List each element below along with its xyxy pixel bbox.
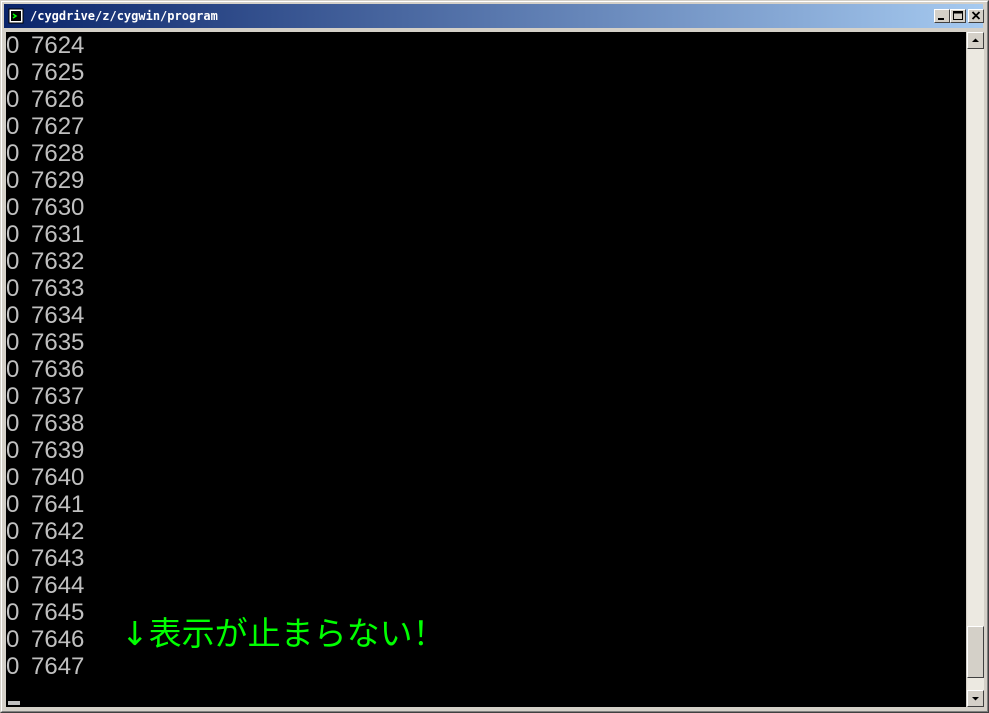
console-line: 0 7644 [6,572,84,599]
console-line-col1: 0 [6,653,20,680]
console-line-col1: 0 [6,59,20,86]
console-line-col1: 0 [6,410,20,437]
console-line-col2: 7629 [31,167,85,194]
console-line: 0 7641 [6,491,84,518]
console-line-col1: 0 [6,518,20,545]
console-line: 0 7640 [6,464,84,491]
console-line: 0 7633 [6,275,84,302]
console-line: 0 7631 [6,221,84,248]
console-line: 0 7637 [6,383,84,410]
arrow-up-icon [972,38,979,42]
window-title: /cygdrive/z/cygwin/program [30,9,218,23]
scroll-up-button[interactable] [967,32,984,49]
console-line-col2: 7628 [31,140,85,167]
console-line-col2: 7625 [31,59,85,86]
console-line-col2: 7646 [31,626,85,653]
console-line-col2: 7644 [31,572,85,599]
cygwin-terminal-icon[interactable] [8,8,24,24]
console-line: 0 7636 [6,356,84,383]
console-line: 0 7628 [6,140,84,167]
console-line-col2: 7639 [31,437,85,464]
console-line-col2: 7626 [31,86,85,113]
console-line-col2: 7630 [31,194,85,221]
console-line-col2: 7637 [31,383,85,410]
console-line-col1: 0 [6,32,20,59]
maximize-icon [953,11,963,20]
console-line-col1: 0 [6,248,20,275]
console-line-col1: 0 [6,626,20,653]
console-line: 0 7630 [6,194,84,221]
console-line-col2: 7643 [31,545,85,572]
console-line: 0 7627 [6,113,84,140]
console-line-col1: 0 [6,275,20,302]
console-line: 0 7626 [6,86,84,113]
console-line: 0 7645 [6,599,84,626]
maximize-button[interactable] [950,9,966,23]
console-line-col2: 7624 [31,32,85,59]
minimize-button[interactable] [934,9,950,23]
console-line: 0 7646 [6,626,84,653]
console-line-col2: 7632 [31,248,85,275]
console-line: 0 7632 [6,248,84,275]
close-button[interactable] [968,9,984,23]
console-line-col2: 7633 [31,275,85,302]
console-line-col1: 0 [6,356,20,383]
console-line: 0 7635 [6,329,84,356]
console-line-col2: 7627 [31,113,85,140]
console-line-col2: 7640 [31,464,85,491]
console-line-col2: 7641 [31,491,85,518]
console-line-col2: 7647 [31,653,85,680]
scroll-down-button[interactable] [967,690,984,707]
console-line-col1: 0 [6,572,20,599]
text-cursor [8,701,20,705]
console-line-col1: 0 [6,221,20,248]
console-line-col1: 0 [6,437,20,464]
console-line: 0 7638 [6,410,84,437]
console-line-col1: 0 [6,140,20,167]
console-line: 0 7639 [6,437,84,464]
title-bar[interactable]: /cygdrive/z/cygwin/program [4,4,984,28]
console-line-col2: 7645 [31,599,85,626]
console-line-col1: 0 [6,329,20,356]
terminal-window: /cygdrive/z/cygwin/program 0 7647 0 7646 0 76… [0,0,989,713]
console-line: 0 7634 [6,302,84,329]
console-line-col1: 0 [6,599,20,626]
console-line-col1: 0 [6,167,20,194]
console-line: 0 7629 [6,167,84,194]
minimize-icon [938,18,944,20]
console-line-col1: 0 [6,86,20,113]
arrow-down-icon [972,697,979,701]
console-line-col1: 0 [6,464,20,491]
console-line-col2: 7631 [31,221,85,248]
console-line-col2: 7642 [31,518,85,545]
console-line: 0 7624 [6,32,84,59]
console-line-col2: 7638 [31,410,85,437]
close-icon [971,11,981,20]
console-line-col1: 0 [6,491,20,518]
console-line: 0 7642 [6,518,84,545]
console-output[interactable]: 0 7647 0 7646 0 7645 0 7644 0 7643 0 7642 0 7641 0 7640… [6,32,966,707]
console-line-col1: 0 [6,302,20,329]
annotation-text: ↓表示が止まらない！ [121,614,446,653]
console-line-col2: 7635 [31,329,85,356]
console-line-col1: 0 [6,545,20,572]
console-line: 0 7625 [6,59,84,86]
console-line-col1: 0 [6,383,20,410]
console-line-col1: 0 [6,113,20,140]
console-line-col2: 7636 [31,356,85,383]
console-line: 0 7643 [6,545,84,572]
vertical-scrollbar[interactable] [967,32,984,707]
console-line-col2: 7634 [31,302,85,329]
scrollbar-thumb[interactable] [967,626,984,678]
console-line: 0 7647 [6,653,84,680]
console-line-col1: 0 [6,194,20,221]
